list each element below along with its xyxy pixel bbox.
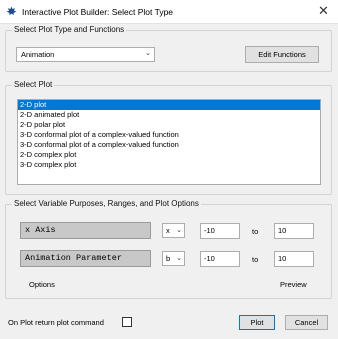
plot-type-value: Animation [21,50,55,59]
list-item[interactable]: 3-D complex plot [18,160,320,170]
return-plot-command-checkbox[interactable] [122,317,132,327]
range-to-input[interactable]: 10 [274,223,314,239]
variable-select-value: b [166,254,171,263]
close-icon[interactable]: ✕ [318,3,329,19]
return-plot-command-label: On Plot return plot command [8,318,104,327]
variable-purpose-field[interactable]: Animation Parameter [20,250,151,267]
variables-group-label: Select Variable Purposes, Ranges, and Pl… [12,199,201,208]
list-item[interactable]: 3-D conformal plot of a complex-valued f… [18,140,320,150]
select-plot-group-label: Select Plot [12,80,55,89]
window-title: Interactive Plot Builder: Select Plot Ty… [22,7,174,17]
list-item[interactable]: 2-D animated plot [18,110,320,120]
list-item[interactable]: 3-D conformal plot of a complex-valued f… [18,130,320,140]
range-to-input[interactable]: 10 [274,251,314,267]
plot-list[interactable]: 2-D plot 2-D animated plot 2-D polar plo… [17,99,321,185]
plot-type-select[interactable]: Animation ⌄ [16,47,155,62]
list-item[interactable]: 2-D complex plot [18,150,320,160]
variable-purpose-field[interactable]: x Axis [20,222,151,239]
variable-select-value: x [166,226,170,235]
title-bar: Interactive Plot Builder: Select Plot Ty… [0,0,338,24]
range-from-input[interactable]: -10 [200,251,240,267]
list-item[interactable]: 2-D plot [18,100,320,110]
chevron-down-icon: ⌄ [176,255,182,262]
variable-select[interactable]: x ⌄ [162,223,185,238]
chevron-down-icon: ⌄ [145,50,151,57]
chevron-down-icon: ⌄ [176,227,182,234]
edit-functions-button[interactable]: Edit Functions [245,46,319,63]
variable-select[interactable]: b ⌄ [162,251,185,266]
options-button[interactable]: Options [29,280,55,289]
plot-button[interactable]: Plot [239,315,275,330]
preview-button[interactable]: Preview [280,280,307,289]
list-item[interactable]: 2-D polar plot [18,120,320,130]
plot-type-group-label: Select Plot Type and Functions [12,25,127,34]
to-label: to [252,227,259,236]
to-label: to [252,255,259,264]
cancel-button[interactable]: Cancel [285,315,328,330]
maple-leaf-icon [6,6,17,15]
range-from-input[interactable]: -10 [200,223,240,239]
